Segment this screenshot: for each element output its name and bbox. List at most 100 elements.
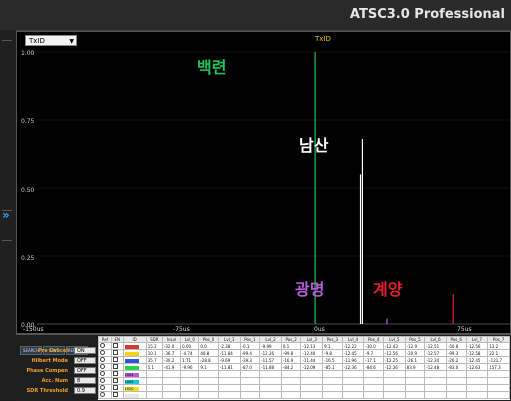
table-row[interactable]: 5.1 -41.9 -9.96 9.1 -11.81 -87.0 -11.88 -84.2 -1…: [98, 363, 510, 372]
table-row[interactable]: 1020: [98, 384, 510, 393]
chevron-right-icon[interactable]: »: [2, 208, 10, 222]
phase-compen-label: Phase Compen: [26, 368, 68, 374]
table-cell: -26.2: [445, 356, 467, 365]
enable-checkbox[interactable]: [112, 350, 118, 356]
table-cell: [239, 384, 261, 393]
table-cell: -85.1: [322, 363, 343, 372]
enable-cell: [110, 377, 124, 386]
table-cell: 13.2: [487, 342, 510, 351]
ref-cell: [98, 363, 112, 372]
table-cell: [217, 377, 241, 386]
acc-num-input[interactable]: 8: [74, 377, 96, 384]
plot-canvas: [37, 51, 510, 325]
x-tick-label: -75us: [173, 326, 190, 333]
enable-checkbox[interactable]: [112, 378, 118, 384]
table-cell: -84.2: [280, 363, 302, 372]
ref-radio[interactable]: [100, 364, 105, 370]
table-cell: [198, 370, 219, 379]
table-cell: [363, 384, 384, 393]
enable-checkbox[interactable]: [112, 357, 118, 363]
table-cell: -11.84: [217, 349, 241, 358]
table-cell: [145, 370, 163, 379]
table-cell: [198, 377, 219, 386]
table-cell: [180, 377, 200, 386]
txid-plot: TxID ▼ TxID 1.00 0.75 0.50 0.25 0.00 -15…: [16, 31, 511, 334]
enable-checkbox[interactable]: [112, 385, 118, 391]
table-cell: [239, 370, 261, 379]
table-cell: -12.51: [424, 342, 447, 351]
x-tick-label: -150us: [23, 326, 44, 333]
table-cell: 35.7: [145, 356, 163, 365]
table-cell: [445, 377, 467, 386]
ref-radio[interactable]: [100, 392, 105, 398]
hilbert-mode-select[interactable]: OFF: [74, 357, 96, 364]
table-cell: -12.43: [382, 342, 406, 351]
id-cell: 1020: [122, 384, 147, 393]
enable-checkbox[interactable]: [112, 343, 118, 349]
table-cell: [487, 377, 510, 386]
id-cell: [122, 391, 147, 400]
strip-mark: [2, 240, 12, 241]
table-cell: -2.38: [217, 342, 241, 351]
table-cell: [424, 370, 447, 379]
table-cell: 40.8: [198, 349, 219, 358]
table-cell: [363, 370, 384, 379]
hilbert-mode-label: Hilbert Mode: [31, 358, 68, 364]
table-cell: [217, 370, 241, 379]
table-cell: [382, 391, 406, 400]
table-cell: -87.0: [239, 363, 261, 372]
id-cell: 1004: [122, 370, 147, 379]
table-cell: -99.8: [280, 349, 302, 358]
left-strip: »: [0, 30, 17, 400]
table-cell: -11.57: [259, 356, 282, 365]
table-cell: [487, 384, 510, 393]
table-cell: [180, 384, 200, 393]
table-cell: -121.7: [487, 356, 510, 365]
table-row[interactable]: 1004: [98, 370, 510, 379]
table-cell: 0.1: [280, 342, 302, 351]
table-row[interactable]: [98, 391, 510, 400]
enable-checkbox[interactable]: [112, 392, 118, 398]
table-cell: 157.3: [487, 363, 510, 372]
table-cell: -39.3: [239, 356, 261, 365]
enable-checkbox[interactable]: [112, 371, 118, 377]
table-cell: -12.45: [465, 356, 489, 365]
enable-cell: [110, 356, 124, 365]
ref-radio[interactable]: [100, 357, 105, 363]
table-row[interactable]: 35.7 -30.2 1.71 -28.8 -9.69 -39.3 -11.57 -16.9-…: [98, 356, 510, 365]
table-cell: -9.69: [217, 356, 241, 365]
ref-radio[interactable]: [100, 378, 105, 384]
table-cell: 10.1: [145, 349, 163, 358]
enable-checkbox[interactable]: [112, 364, 118, 370]
ref-cell: [98, 349, 112, 358]
table-cell: -12.56: [382, 349, 406, 358]
table-cell: [424, 391, 447, 400]
table-cell: -99.3: [445, 349, 467, 358]
table-cell: [300, 384, 324, 393]
ref-cell: [98, 391, 112, 400]
table-cell: [180, 391, 200, 400]
grid: [37, 51, 510, 325]
table-cell: [161, 370, 182, 379]
table-row[interactable]: 15.2 -32.0 0.00 0.0 -2.38 -0.1 -9.99 0.1 -12.13 9…: [98, 342, 510, 351]
table-cell: [363, 391, 384, 400]
table-cell: [280, 384, 302, 393]
table-cell: [259, 370, 282, 379]
table-cell: 0.00: [180, 342, 200, 351]
phase-compen-select[interactable]: OFF: [74, 367, 96, 374]
annotation-gwangmyeong: 광명: [295, 280, 325, 299]
x-tick-label: 75us: [457, 326, 472, 333]
ref-radio[interactable]: [100, 343, 105, 349]
table-cell: -16.9: [280, 356, 302, 365]
ref-radio[interactable]: [100, 371, 105, 377]
sdr-threshold-input[interactable]: 0.9: [74, 387, 96, 394]
pre-cancel-select[interactable]: ON: [74, 347, 96, 354]
ref-radio[interactable]: [100, 350, 105, 356]
table-cell: [465, 370, 489, 379]
id-cell: 1005: [122, 377, 147, 386]
table-cell: -4.74: [180, 349, 200, 358]
table-cell: [300, 370, 324, 379]
table-row[interactable]: 1005: [98, 377, 510, 386]
table-row[interactable]: 10.1 -36.7 -4.74 40.8 -11.84 -99.4 -12.26 -99.8…: [98, 349, 510, 358]
ref-radio[interactable]: [100, 385, 105, 391]
